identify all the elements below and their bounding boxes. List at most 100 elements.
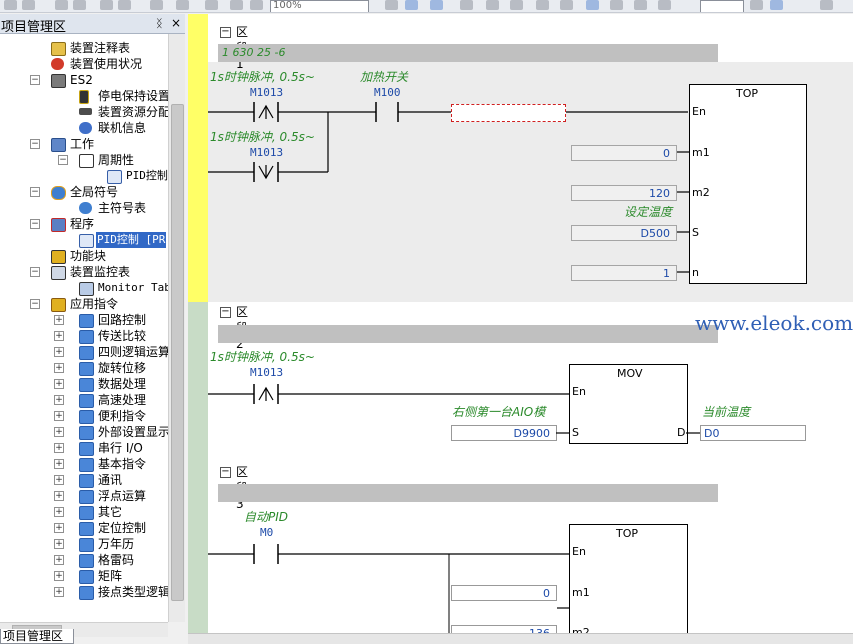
toolbar-button[interactable] [460, 0, 473, 10]
tree-item-category[interactable]: + 定位控制 [0, 520, 168, 536]
expand-icon[interactable]: + [54, 539, 64, 549]
tree-item-power-retain[interactable]: 停电保持设置 [0, 88, 168, 104]
expand-icon[interactable]: + [54, 523, 64, 533]
expand-icon[interactable]: + [54, 571, 64, 581]
toolbar-button[interactable] [658, 0, 671, 10]
toolbar-button[interactable] [230, 0, 243, 10]
expand-icon[interactable]: + [54, 331, 64, 341]
tree-item-category[interactable]: + 旋转位移 [0, 360, 168, 376]
tree-item-function-block[interactable]: 功能块 [0, 248, 168, 264]
expand-icon[interactable]: + [54, 587, 64, 597]
expand-icon[interactable]: + [54, 363, 64, 373]
section-comment-bar[interactable] [218, 325, 718, 343]
pin-icon[interactable]: ᛝ [156, 17, 163, 30]
expand-icon[interactable]: + [54, 507, 64, 517]
toolbar-button[interactable] [634, 0, 647, 10]
tree-item-category[interactable]: + 浮点运算 [0, 488, 168, 504]
toolbar-button[interactable] [560, 0, 573, 10]
collapse-icon[interactable]: − [30, 75, 40, 85]
tree-item-category[interactable]: + 高速处理 [0, 392, 168, 408]
toolbar-button[interactable] [430, 0, 443, 10]
tree-item-category[interactable]: + 外部设置显示 [0, 424, 168, 440]
toolbar-button[interactable] [510, 0, 523, 10]
ladder-editor[interactable]: − 区段 1 1 630 25 -6 1s时钟脉冲, 0.5s~ M1013 加… [188, 14, 853, 643]
operand-d-field[interactable]: D0 [700, 425, 806, 441]
toolbar-button[interactable] [586, 0, 599, 10]
toolbar-button[interactable] [405, 0, 418, 10]
toolbar-button[interactable] [118, 0, 131, 10]
expand-icon[interactable]: + [54, 443, 64, 453]
zoom-select[interactable]: 100% [270, 0, 369, 12]
toolbar-select[interactable] [700, 0, 744, 12]
editor-horizontal-scrollbar[interactable] [188, 633, 853, 644]
collapse-icon[interactable]: − [30, 219, 40, 229]
operand-m2-field[interactable]: 120 [571, 185, 677, 201]
tree-item-main-symbols[interactable]: 主符号表 [0, 200, 168, 216]
toolbar-button[interactable] [205, 0, 218, 10]
toolbar-button[interactable] [176, 0, 189, 10]
expand-icon[interactable]: + [54, 491, 64, 501]
top-instruction-block[interactable]: TOP En m1 m2 S n [689, 84, 807, 284]
tree-item-monitor-tab[interactable]: Monitor Tab [0, 280, 168, 296]
expand-icon[interactable]: + [54, 427, 64, 437]
close-icon[interactable]: × [171, 16, 181, 30]
toolbar-button[interactable] [22, 0, 35, 10]
collapse-icon[interactable]: − [30, 299, 40, 309]
tree-vertical-scrollbar[interactable] [168, 34, 185, 622]
expand-icon[interactable]: + [54, 315, 64, 325]
toolbar-button[interactable] [536, 0, 549, 10]
tree-item-category[interactable]: + 传送比较 [0, 328, 168, 344]
collapse-icon[interactable]: − [30, 267, 40, 277]
tree-item-category[interactable]: + 基本指令 [0, 456, 168, 472]
operand-s-field[interactable]: D9900 [451, 425, 557, 441]
collapse-icon[interactable]: − [220, 27, 231, 38]
section-comment-bar[interactable]: 1 630 25 -6 [218, 44, 718, 62]
expand-icon[interactable]: + [54, 395, 64, 405]
tree-item-periodic[interactable]: − 周期性 [0, 152, 168, 168]
tree-item-applied-instructions[interactable]: − 应用指令 [0, 296, 168, 312]
collapse-icon[interactable]: − [30, 187, 40, 197]
cursor-selection[interactable] [451, 104, 566, 122]
tree-item-category[interactable]: + 万年历 [0, 536, 168, 552]
tree-item-category[interactable]: + 其它 [0, 504, 168, 520]
expand-icon[interactable]: + [54, 379, 64, 389]
scrollbar-thumb[interactable] [171, 104, 184, 601]
toolbar-button[interactable] [770, 0, 783, 10]
tree-item-category[interactable]: + 回路控制 [0, 312, 168, 328]
toolbar-button[interactable] [250, 0, 263, 10]
expand-icon[interactable]: + [54, 347, 64, 357]
tree-item-category[interactable]: + 格雷码 [0, 552, 168, 568]
toolbar-button[interactable] [55, 0, 68, 10]
tree-item-monitor-table[interactable]: − 装置监控表 [0, 264, 168, 280]
operand-n-field[interactable]: 1 [571, 265, 677, 281]
collapse-icon[interactable]: − [58, 155, 68, 165]
collapse-icon[interactable]: − [30, 139, 40, 149]
tree-item-category[interactable]: + 通讯 [0, 472, 168, 488]
tree-item-es2[interactable]: − ES2 [0, 72, 168, 88]
tree-item-online-info[interactable]: 联机信息 [0, 120, 168, 136]
collapse-icon[interactable]: − [220, 467, 231, 478]
tree-item-program[interactable]: − 程序 [0, 216, 168, 232]
tree-item-category[interactable]: + 矩阵 [0, 568, 168, 584]
tree-item-pid-task[interactable]: PID控制 [0, 168, 168, 184]
collapse-icon[interactable]: − [220, 307, 231, 318]
tree-item-resource-alloc[interactable]: 装置资源分配 [0, 104, 168, 120]
tree-item-category[interactable]: + 串行 I/O [0, 440, 168, 456]
expand-icon[interactable]: + [54, 555, 64, 565]
toolbar-button[interactable] [150, 0, 163, 10]
tree-item-work[interactable]: − 工作 [0, 136, 168, 152]
toolbar-button[interactable] [73, 0, 86, 10]
operand-m1-field[interactable]: 0 [571, 145, 677, 161]
tree-item-pid-program[interactable]: PID控制 [PR [0, 232, 168, 248]
toolbar-button[interactable] [385, 0, 398, 10]
tree-item-global-symbols[interactable]: − 全局符号 [0, 184, 168, 200]
operand-s-field[interactable]: D500 [571, 225, 677, 241]
tree-item-category[interactable]: + 便利指令 [0, 408, 168, 424]
tree-item-device-comment[interactable]: 装置注释表 [0, 40, 168, 56]
tree-item-device-usage[interactable]: 装置使用状况 [0, 56, 168, 72]
toolbar-button[interactable] [100, 0, 113, 10]
toolbar-button[interactable] [486, 0, 499, 10]
expand-icon[interactable]: + [54, 475, 64, 485]
toolbar-button[interactable] [4, 0, 17, 10]
tree-item-category[interactable]: + 接点类型逻辑 [0, 584, 168, 600]
